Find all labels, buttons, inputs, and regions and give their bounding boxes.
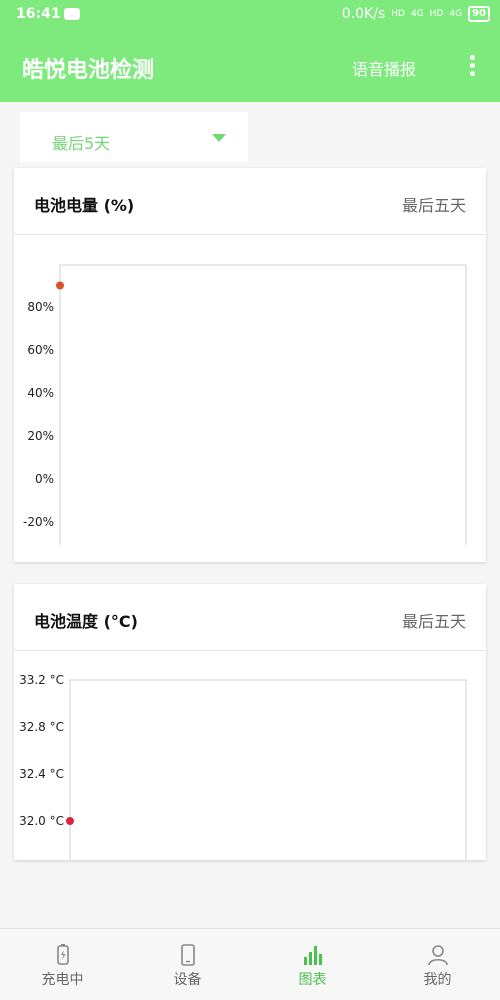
app-title: 皓悦电池检测 xyxy=(22,58,155,83)
network-speed: 0.0K/s xyxy=(341,6,386,22)
signal-2-icon: 4G xyxy=(449,9,463,19)
screen: 16:41 0.0K/s HD 4G HD 4G 90 皓悦电池检测 语音播报 … xyxy=(0,0,500,1000)
y-tick-label: 32.8 °C xyxy=(19,720,64,734)
dropdown-caret-icon xyxy=(212,134,226,142)
signal-1-icon: 4G xyxy=(410,9,424,19)
nav-item-device[interactable]: 设备 xyxy=(125,929,250,1000)
bar-chart-icon xyxy=(303,946,322,965)
y-tick-label: 60% xyxy=(27,343,54,357)
nav-label: 设备 xyxy=(173,972,202,988)
nav-item-me[interactable]: 我的 xyxy=(375,929,500,1000)
battery-level-chart: 80% 60% 40% 20% 0% -20% xyxy=(23,264,467,545)
app-bar: 皓悦电池检测 语音播报 xyxy=(0,30,500,102)
battery-charging-icon xyxy=(56,944,69,965)
more-vertical-icon[interactable] xyxy=(462,52,482,80)
battery-indicator: 90 xyxy=(468,6,490,22)
bottom-nav: 充电中 设备 图表 我的 xyxy=(0,928,500,1000)
status-right: 0.0K/s HD 4G HD 4G 90 xyxy=(342,6,490,22)
hd-badge-1: HD xyxy=(391,9,405,19)
y-tick-label: 33.2 °C xyxy=(19,673,64,687)
nav-item-charging[interactable]: 充电中 xyxy=(0,929,125,1000)
nav-label: 我的 xyxy=(423,972,452,988)
y-tick-label: 80% xyxy=(27,300,54,314)
card-range-label: 最后五天 xyxy=(401,196,466,215)
nav-label: 充电中 xyxy=(41,972,84,988)
data-point xyxy=(56,281,64,290)
y-tick-label: 20% xyxy=(27,429,54,443)
card-header: 电池电量 (%) 最后五天 xyxy=(14,168,486,235)
card-title: 电池温度 (°C) xyxy=(34,612,138,631)
plot-frame xyxy=(69,679,467,860)
nav-item-charts[interactable]: 图表 xyxy=(250,929,375,1000)
status-bar: 16:41 0.0K/s HD 4G HD 4G 90 xyxy=(0,0,500,30)
phone-icon xyxy=(180,944,195,966)
status-time: 16:41 xyxy=(16,6,61,22)
hd-badge-2: HD xyxy=(429,9,444,19)
data-point xyxy=(66,817,74,825)
battery-temperature-chart: 33.2 °C 32.8 °C 32.4 °C 32.0 °C xyxy=(19,673,467,860)
battery-level-card: 电池电量 (%) 最后五天 80% 60% 40% 20% 0% -20% xyxy=(14,168,486,562)
y-tick-label: 40% xyxy=(27,386,54,400)
range-dropdown-value: 最后5天 xyxy=(52,134,111,153)
y-tick-label: 32.4 °C xyxy=(19,767,64,781)
y-tick-label: -20% xyxy=(23,515,54,529)
y-tick-label: 32.0 °C xyxy=(19,814,64,828)
user-icon xyxy=(427,945,448,966)
range-dropdown[interactable]: 最后5天 xyxy=(20,112,248,162)
notification-icon xyxy=(64,8,80,20)
plot-frame xyxy=(59,264,467,545)
battery-temperature-card: 电池温度 (°C) 最后五天 33.2 °C 32.8 °C 32.4 °C 32.0… xyxy=(14,584,486,860)
voice-broadcast-button[interactable]: 语音播报 xyxy=(352,56,416,80)
nav-label: 图表 xyxy=(298,972,327,988)
card-header: 电池温度 (°C) 最后五天 xyxy=(14,584,486,651)
card-title: 电池电量 (%) xyxy=(34,196,135,215)
y-tick-label: 0% xyxy=(35,472,54,486)
card-range-label: 最后五天 xyxy=(401,612,466,631)
